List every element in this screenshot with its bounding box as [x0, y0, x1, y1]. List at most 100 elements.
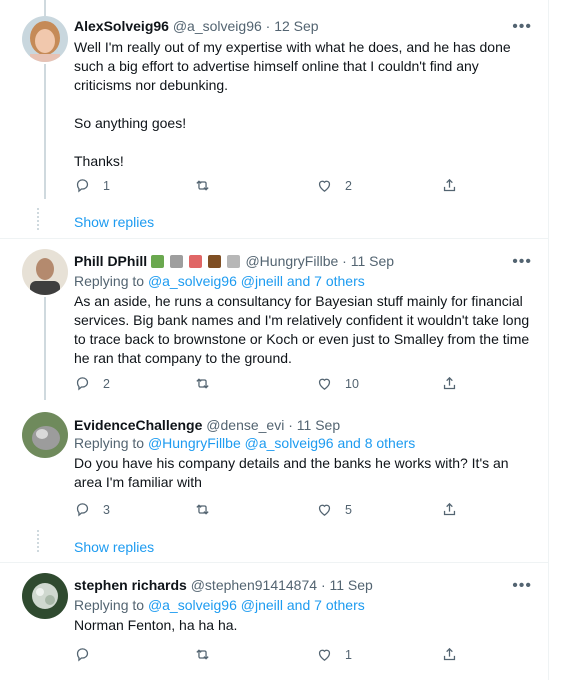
tweet-actions: 1	[74, 646, 464, 666]
replying-to: Replying to @a_solveig96 @jneill and 7 o…	[74, 596, 365, 614]
timestamp[interactable]: · 11 Sep	[342, 253, 394, 269]
more-icon[interactable]: •••	[512, 254, 532, 270]
tweet[interactable]: stephen richards @stephen91414874 · 11 S…	[0, 563, 548, 680]
retweet-icon	[196, 504, 209, 515]
retweet-button[interactable]	[194, 501, 223, 518]
more-icon[interactable]: •••	[512, 578, 532, 594]
share-button[interactable]	[441, 646, 458, 663]
replying-to-label: Replying to	[74, 597, 145, 613]
tweet-paragraph: So anything goes!	[74, 115, 187, 131]
timestamp[interactable]: · 11 Sep	[321, 577, 373, 593]
tweet-paragraph: Thanks!	[74, 153, 124, 169]
share-icon	[443, 178, 456, 192]
like-button[interactable]: 5	[316, 501, 352, 518]
like-button[interactable]: 1	[316, 646, 352, 663]
share-button[interactable]	[441, 375, 458, 392]
avatar[interactable]	[22, 573, 68, 619]
others-link[interactable]: and 7 others	[287, 597, 365, 613]
timestamp[interactable]: · 11 Sep	[288, 417, 340, 433]
tweet-text: Do you have his company details and the …	[74, 454, 536, 492]
display-name[interactable]: AlexSolveig96	[74, 18, 169, 34]
display-name[interactable]: stephen richards	[74, 577, 187, 593]
retweet-button[interactable]	[194, 646, 223, 663]
reply-button[interactable]	[74, 646, 103, 663]
share-button[interactable]	[441, 177, 458, 194]
share-button[interactable]	[441, 501, 458, 518]
timestamp[interactable]: · 12 Sep	[266, 18, 319, 34]
retweet-icon	[196, 378, 209, 389]
replying-to-label: Replying to	[74, 273, 145, 289]
avatar[interactable]	[22, 249, 68, 295]
like-icon	[318, 504, 331, 516]
share-icon	[443, 502, 456, 516]
retweet-button[interactable]	[194, 177, 223, 194]
like-icon	[318, 180, 331, 192]
tweet-header: EvidenceChallenge @dense_evi · 11 Sep	[74, 416, 340, 434]
tweet-paragraph: Well I'm really out of my expertise with…	[74, 39, 511, 93]
ledger-icon	[188, 255, 202, 268]
turtle-icon	[151, 255, 165, 268]
like-count: 5	[345, 502, 352, 517]
show-replies-link[interactable]: Show replies	[74, 214, 154, 230]
others-link[interactable]: and 8 others	[337, 435, 415, 451]
avatar[interactable]	[22, 16, 68, 62]
tweet-actions: 2 10	[74, 375, 464, 395]
tweet-paragraph: As an aside, he runs a consultancy for B…	[74, 293, 530, 366]
tweet-actions: 3 5	[74, 501, 464, 521]
tweet-text: Norman Fenton, ha ha ha.	[74, 616, 536, 635]
tweet[interactable]: Phill DPhill @HungryFillbe · 11 Sep ••• …	[0, 239, 548, 404]
like-count: 1	[345, 647, 352, 662]
tweet-actions: 1 2	[74, 177, 464, 197]
reply-button[interactable]: 1	[74, 177, 110, 194]
more-icon[interactable]: •••	[512, 19, 532, 35]
reply-thread: AlexSolveig96 @a_solveig96 · 12 Sep ••• …	[0, 0, 549, 680]
reply-count: 2	[103, 376, 110, 391]
share-icon	[443, 376, 456, 390]
mention-links[interactable]: @a_solveig96 @jneill	[148, 597, 283, 613]
replying-to-label: Replying to	[74, 435, 145, 451]
avatar[interactable]	[22, 412, 68, 458]
mention-links[interactable]: @HungryFillbe @a_solveig96	[148, 435, 334, 451]
reply-icon	[76, 179, 89, 193]
mention-links[interactable]: @a_solveig96 @jneill	[148, 273, 283, 289]
like-count: 10	[345, 376, 359, 391]
like-button[interactable]: 10	[316, 375, 359, 392]
reply-button[interactable]: 2	[74, 375, 110, 392]
tweet-header: stephen richards @stephen91414874 · 11 S…	[74, 576, 373, 594]
retweet-icon	[196, 180, 209, 191]
reply-count: 3	[103, 502, 110, 517]
display-name[interactable]: Phill DPhill	[74, 253, 147, 269]
show-replies-link[interactable]: Show replies	[74, 539, 154, 555]
handle[interactable]: @HungryFillbe	[245, 253, 338, 269]
tweet-header: AlexSolveig96 @a_solveig96 · 12 Sep	[74, 17, 319, 35]
tweet-header: Phill DPhill @HungryFillbe · 11 Sep	[74, 252, 394, 270]
handle[interactable]: @stephen91414874	[191, 577, 317, 593]
tweet-text: Well I'm really out of my expertise with…	[74, 38, 536, 171]
bison-icon	[207, 255, 221, 268]
reply-icon	[76, 377, 89, 391]
reply-icon	[76, 503, 89, 517]
display-name[interactable]: EvidenceChallenge	[74, 417, 202, 433]
others-link[interactable]: and 7 others	[287, 273, 365, 289]
tweet[interactable]: AlexSolveig96 @a_solveig96 · 12 Sep ••• …	[0, 0, 548, 238]
like-count: 2	[345, 178, 352, 193]
tweet-paragraph: Norman Fenton, ha ha ha.	[74, 617, 238, 633]
like-icon	[318, 378, 331, 390]
tweet-paragraph: Do you have his company details and the …	[74, 455, 509, 490]
retweet-icon	[196, 649, 209, 660]
replying-to: Replying to @HungryFillbe @a_solveig96 a…	[74, 434, 415, 452]
reply-icon	[76, 648, 89, 662]
like-button[interactable]: 2	[316, 177, 352, 194]
like-icon	[318, 649, 331, 661]
tools-icon	[169, 255, 183, 268]
reply-count: 1	[103, 178, 110, 193]
share-icon	[443, 647, 456, 661]
handle[interactable]: @a_solveig96	[173, 18, 262, 34]
replying-to: Replying to @a_solveig96 @jneill and 7 o…	[74, 272, 365, 290]
handle[interactable]: @dense_evi	[206, 417, 284, 433]
tweet-text: As an aside, he runs a consultancy for B…	[74, 292, 536, 368]
tweet[interactable]: EvidenceChallenge @dense_evi · 11 Sep Re…	[0, 404, 548, 562]
name-emojis	[151, 253, 245, 269]
reply-button[interactable]: 3	[74, 501, 110, 518]
retweet-button[interactable]	[194, 375, 223, 392]
